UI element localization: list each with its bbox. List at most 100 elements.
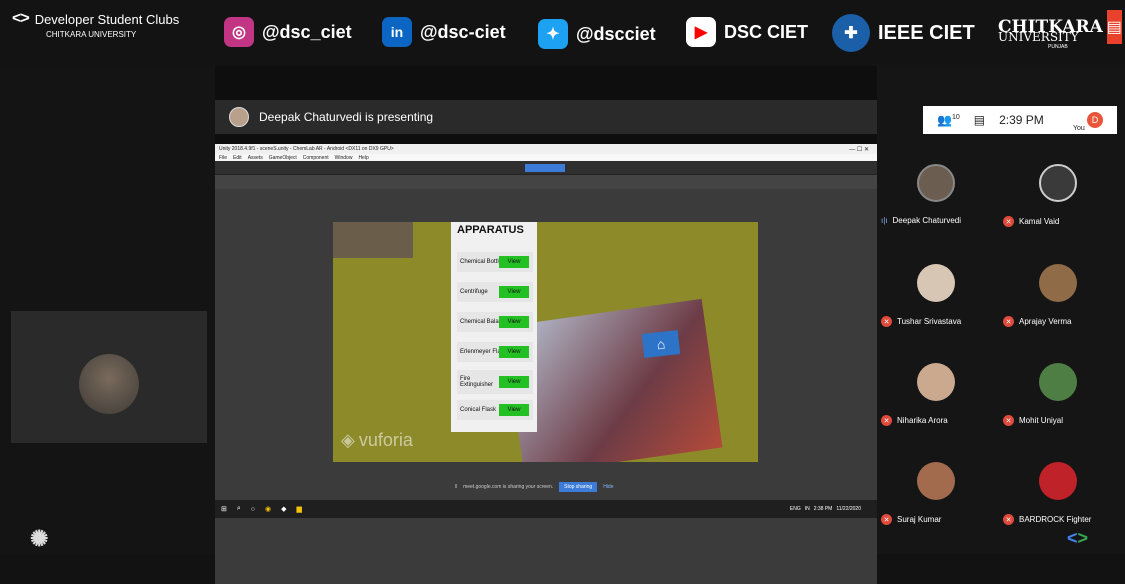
menu-file[interactable]: File: [219, 155, 227, 161]
org-name: Developer Student Clubs: [34, 11, 180, 27]
participant-tile[interactable]: ✕ Niharika Arora: [877, 353, 997, 451]
self-video-tile[interactable]: [11, 311, 207, 443]
event-banner: <> Developer Student Clubs CHITKARA UNIV…: [0, 0, 1125, 66]
screen-share-notice: ‖ meet.google.com is sharing your screen…: [455, 482, 614, 492]
vuforia-watermark: ◈ vuforia: [341, 430, 413, 450]
instagram-icon: ◎: [224, 17, 254, 47]
meet-top-bar: 👥10 ▤ 2:39 PM You D: [923, 106, 1117, 134]
windows-start-icon[interactable]: ⊞: [221, 505, 227, 513]
unity-menu-bar: File Edit Assets GameObject Component Wi…: [215, 154, 877, 161]
play-controls[interactable]: [525, 164, 565, 172]
pause-icon: ‖: [455, 484, 458, 490]
explorer-icon[interactable]: ▆: [297, 505, 302, 513]
apparatus-item: Fire Extinguisher View: [457, 370, 533, 394]
view-button[interactable]: View: [499, 256, 529, 268]
task-view-icon[interactable]: ○: [251, 506, 255, 513]
participant-tile[interactable]: ✕ BARDROCK Fighter: [999, 452, 1119, 550]
mic-off-icon: ✕: [881, 316, 892, 327]
presenting-bar: Deepak Chaturvedi is presenting: [215, 100, 877, 134]
windows-taskbar: ⊞ ⌕ ○ ◉ ◆ ▆ ENG IN 2:38 PM 11/22/2020: [215, 500, 877, 518]
gdsc-mascot-logo: ✺: [30, 526, 49, 551]
you-label: You: [1073, 125, 1085, 132]
presenter-avatar: [229, 107, 249, 127]
ieee-handle: ✚ IEEE CIET: [832, 14, 975, 52]
menu-component[interactable]: Component: [303, 155, 329, 161]
participant-tile[interactable]: ✕ Suraj Kumar: [877, 452, 997, 550]
mic-off-icon: ✕: [881, 415, 892, 426]
unity-icon[interactable]: ◆: [281, 505, 286, 513]
university-logo: CHITKARA ▤ UNIVERSITY PUNJAB: [998, 10, 1122, 50]
apparatus-item: Centrifuge View: [457, 282, 533, 302]
participant-avatar: [917, 164, 955, 202]
menu-window[interactable]: Window: [335, 155, 353, 161]
linkedin-handle: in @dsc-ciet: [382, 17, 506, 47]
dsc-brackets-icon: <>: [12, 10, 30, 27]
unity-title-bar: Unity 2018.4.9f1 - sceneS.unity - ChemLa…: [215, 144, 877, 154]
participant-tile[interactable]: ✕ Tushar Srivastava: [877, 254, 997, 352]
system-tray: ENG IN 2:38 PM 11/22/2020: [789, 506, 861, 512]
chrome-icon[interactable]: ◉: [265, 505, 271, 513]
apparatus-heading: APPARATUS: [457, 224, 524, 236]
stop-sharing-button[interactable]: Stop sharing: [559, 482, 598, 492]
participant-avatar: [1039, 264, 1077, 302]
apparatus-item: Conical Flask View: [457, 400, 533, 420]
mic-off-icon: ✕: [1003, 415, 1014, 426]
people-icon[interactable]: 👥10: [937, 113, 960, 127]
participant-avatar: [1039, 164, 1077, 202]
view-button[interactable]: View: [499, 316, 529, 328]
ieee-icon: ✚: [832, 14, 870, 52]
menu-gameobject[interactable]: GameObject: [269, 155, 297, 161]
apparatus-item: Chemical Balance View: [457, 312, 533, 332]
menu-assets[interactable]: Assets: [248, 155, 263, 161]
participant-tile[interactable]: ✕ Mohit Uniyal: [999, 353, 1119, 451]
game-view-toolbar: [215, 175, 877, 189]
chat-icon[interactable]: ▤: [974, 113, 985, 127]
linkedin-icon: in: [382, 17, 412, 47]
background-poster: [333, 222, 413, 258]
menu-edit[interactable]: Edit: [233, 155, 242, 161]
mic-off-icon: ✕: [881, 514, 892, 525]
view-button[interactable]: View: [499, 376, 529, 388]
gdsc-chevrons-icon: <>: [1067, 528, 1089, 548]
hide-button[interactable]: Hide: [603, 484, 613, 490]
mic-off-icon: ✕: [1003, 216, 1014, 227]
home-icon[interactable]: ⌂: [641, 330, 681, 358]
self-avatar: [79, 354, 139, 414]
twitter-icon: ✦: [538, 19, 568, 49]
mic-off-icon: ✕: [1003, 514, 1014, 525]
presenting-label: Deepak Chaturvedi is presenting: [259, 110, 434, 124]
view-button[interactable]: View: [499, 346, 529, 358]
youtube-handle: ▶ DSC CIET: [686, 17, 808, 47]
left-panel: ✺: [0, 66, 215, 554]
window-controls[interactable]: — ☐ ✕: [849, 146, 869, 153]
vuforia-logo-icon: ◈: [341, 430, 355, 450]
speaking-icon: ı|ı: [881, 216, 888, 225]
you-avatar[interactable]: D: [1087, 112, 1103, 128]
presentation-stage: Deepak Chaturvedi is presenting Unity 20…: [215, 66, 877, 584]
participant-avatar: [917, 363, 955, 401]
unity-window: Unity 2018.4.9f1 - sceneS.unity - ChemLa…: [215, 144, 877, 584]
view-button[interactable]: View: [499, 404, 529, 416]
org-subtitle: CHITKARA UNIVERSITY: [46, 30, 137, 39]
dsc-logo: <> Developer Student Clubs CHITKARA UNIV…: [12, 10, 222, 50]
search-icon[interactable]: ⌕: [237, 505, 241, 513]
game-view: APPARATUS Chemical Bottles View Centrifu…: [333, 222, 758, 462]
menu-help[interactable]: Help: [358, 155, 368, 161]
youtube-icon: ▶: [686, 17, 716, 47]
participant-avatar: [917, 264, 955, 302]
apparatus-item: Erlenmeyer Flask View: [457, 342, 533, 362]
apparatus-item: Chemical Bottles View: [457, 252, 533, 272]
participant-avatar: [1039, 363, 1077, 401]
participant-avatar: [1039, 462, 1077, 500]
chitkara-emblem-icon: ▤: [1106, 10, 1122, 44]
participant-tile[interactable]: ✕ Aprajay Verma: [999, 254, 1119, 352]
participant-tile[interactable]: ı|ı Deepak Chaturvedi: [877, 154, 997, 252]
participant-avatar: [917, 462, 955, 500]
participants-panel: 👥10 ▤ 2:39 PM You D ı|ı Deepak Chaturved…: [877, 66, 1125, 554]
participant-tile[interactable]: ✕ Kamal Vaid: [999, 154, 1119, 252]
twitter-handle: ✦ @dscciet: [538, 19, 656, 49]
mic-off-icon: ✕: [1003, 316, 1014, 327]
instagram-handle: ◎ @dsc_ciet: [224, 17, 352, 47]
view-button[interactable]: View: [499, 286, 529, 298]
unity-toolbar: [215, 161, 877, 175]
